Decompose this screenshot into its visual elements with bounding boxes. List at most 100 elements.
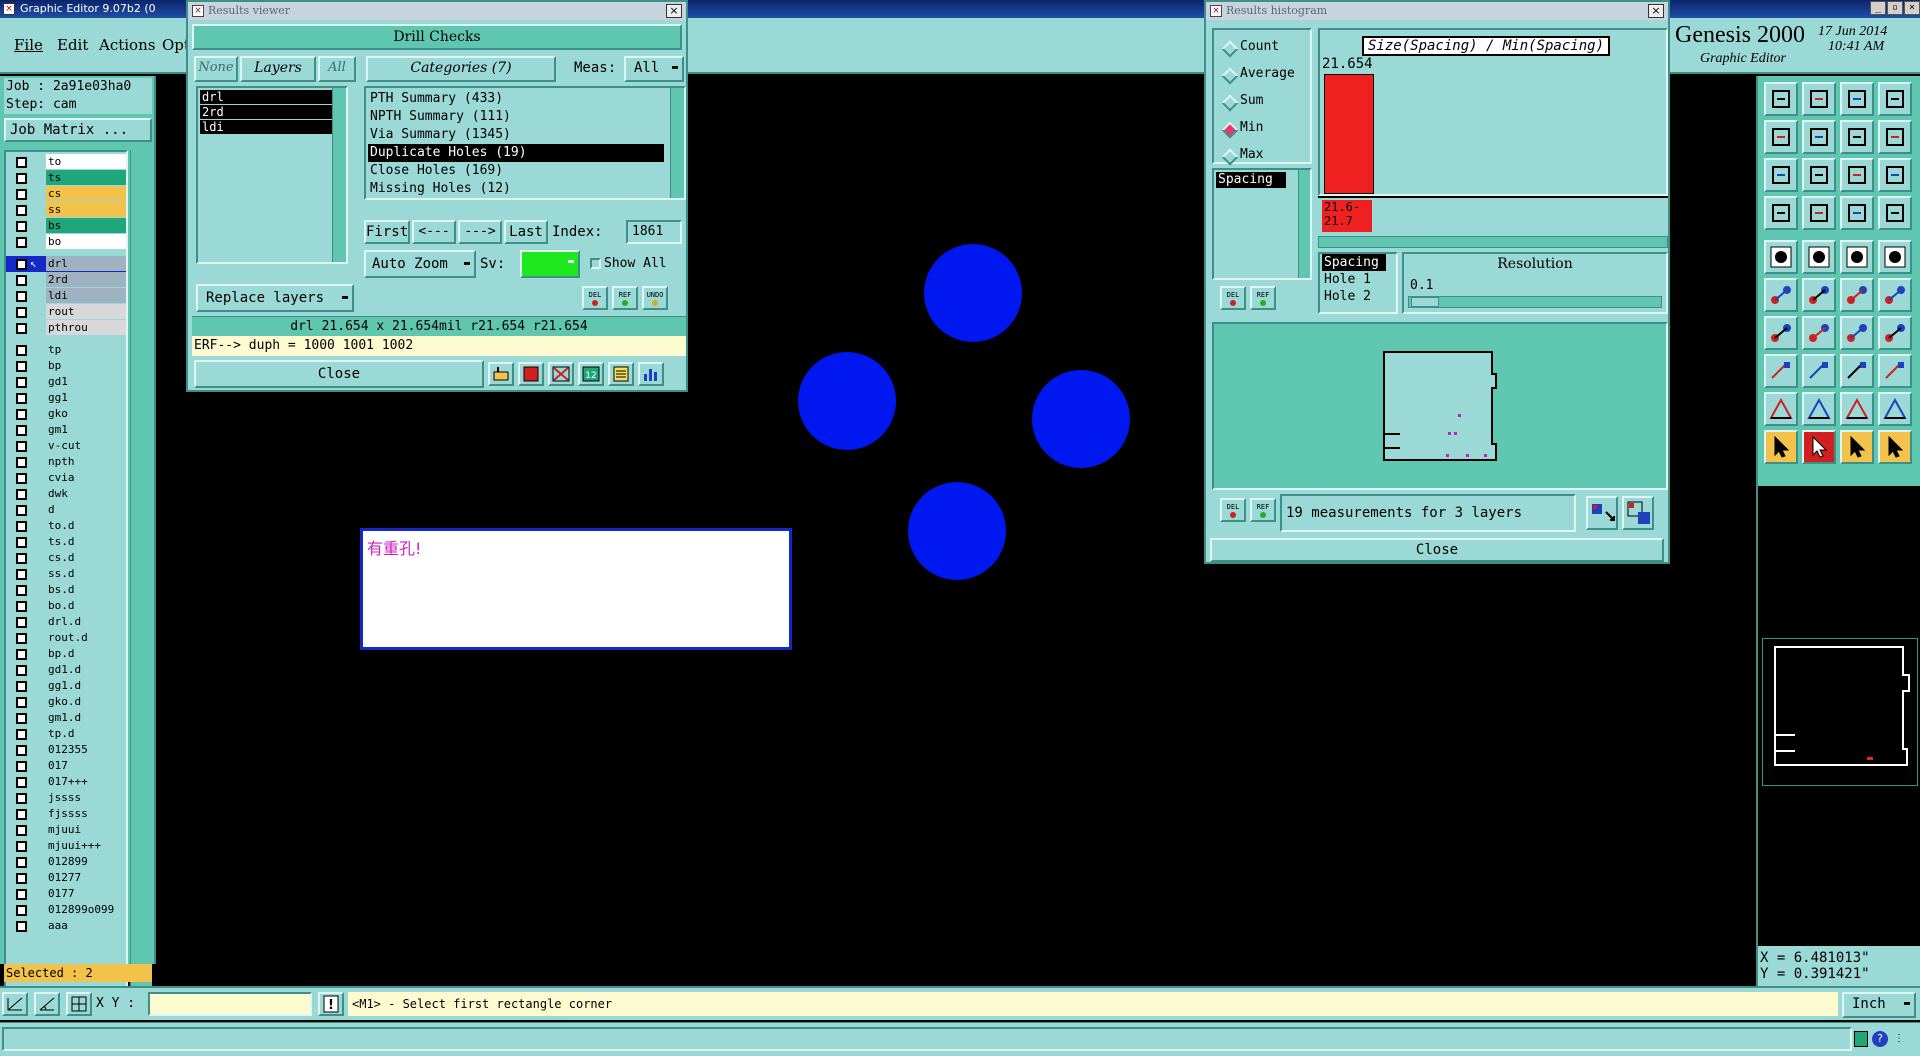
menu-item-edit[interactable]: Edit: [57, 36, 88, 54]
menu-item-actions[interactable]: Actions: [99, 36, 155, 54]
layer-row[interactable]: bo.d: [6, 598, 126, 614]
layer-checkbox[interactable]: [16, 777, 27, 788]
layer-row[interactable]: 01277: [6, 870, 126, 886]
layer-row[interactable]: 012899o099: [6, 902, 126, 918]
histogram-titlebar[interactable]: × Results histogram ×: [1206, 2, 1668, 20]
prev-button[interactable]: <---: [412, 220, 456, 244]
layer-row[interactable]: bp: [6, 358, 126, 374]
tool-tri-blue-button[interactable]: [1802, 392, 1836, 426]
category-item[interactable]: Close Holes (169): [368, 162, 664, 180]
alert-button[interactable]: !: [318, 992, 344, 1016]
stat-radio-min[interactable]: Min: [1222, 117, 1263, 139]
layer-row[interactable]: gd1.d: [6, 662, 126, 678]
layer-checkbox[interactable]: [16, 205, 27, 216]
layer-row[interactable]: drl.d: [6, 614, 126, 630]
stat-radio-max[interactable]: Max: [1222, 144, 1263, 166]
index-input[interactable]: 1861: [626, 220, 682, 244]
layer-row[interactable]: bo: [6, 234, 126, 250]
layer-row[interactable]: npth: [6, 454, 126, 470]
layer-row[interactable]: dwk: [6, 486, 126, 502]
layer-checkbox[interactable]: [16, 617, 27, 628]
layer-row[interactable]: rout: [6, 304, 126, 320]
layer-checkbox[interactable]: [16, 857, 27, 868]
layer-checkbox[interactable]: [16, 601, 27, 612]
layer-row[interactable]: gko.d: [6, 694, 126, 710]
measure-list-scrollbar[interactable]: [1298, 170, 1310, 278]
tool-pointer-button[interactable]: [1764, 430, 1798, 464]
layer-row[interactable]: 2rd: [6, 272, 126, 288]
layer-row[interactable]: 012899: [6, 854, 126, 870]
histogram-button[interactable]: [638, 362, 664, 386]
layer-checkbox[interactable]: [16, 521, 27, 532]
sv-color-dropdown[interactable]: ▬: [520, 250, 580, 278]
tool-line-red-button[interactable]: [1764, 316, 1798, 350]
layer-checkbox[interactable]: [16, 793, 27, 804]
layer-checkbox[interactable]: [16, 275, 27, 286]
layer-checkbox[interactable]: [16, 745, 27, 756]
layer-checkbox[interactable]: [16, 377, 27, 388]
tool-grid-blue-button[interactable]: [1878, 196, 1912, 230]
tool-grid-dots-button[interactable]: [1764, 354, 1798, 388]
layer-row[interactable]: gm1.d: [6, 710, 126, 726]
tool-fit-h-button[interactable]: [1764, 158, 1798, 192]
layer-checkbox[interactable]: [16, 873, 27, 884]
layer-checkbox[interactable]: [16, 825, 27, 836]
categories-listbox[interactable]: PTH Summary (433) NPTH Summary (111) Via S…: [364, 86, 686, 200]
list-button[interactable]: [608, 362, 634, 386]
layer-checkbox[interactable]: [16, 473, 27, 484]
layer-row[interactable]: mjuui: [6, 822, 126, 838]
layer-row[interactable]: gd1: [6, 374, 126, 390]
tool-circle-fill-button[interactable]: [1878, 240, 1912, 274]
undo-button[interactable]: UNDO: [642, 286, 668, 310]
tool-ruler-fill-button[interactable]: [1840, 240, 1874, 274]
layer-checkbox[interactable]: [16, 157, 27, 168]
next-button[interactable]: --->: [458, 220, 502, 244]
tool-in-left-button[interactable]: [1764, 120, 1798, 154]
tool-pointer-multi-button[interactable]: [1878, 430, 1912, 464]
layer-checkbox[interactable]: [16, 307, 27, 318]
ref-button[interactable]: REF: [612, 286, 638, 310]
layer-list[interactable]: to ts cs ss bs bo ↖ drl 2rd ldi rout pthrou tp bp gd1 g…: [4, 150, 128, 1012]
first-button[interactable]: First: [364, 220, 410, 244]
layer-checkbox[interactable]: [16, 361, 27, 372]
layer-row[interactable]: bs: [6, 218, 126, 234]
layer-checkbox[interactable]: [16, 489, 27, 500]
layer-checkbox[interactable]: [16, 457, 27, 468]
layer-checkbox[interactable]: [16, 237, 27, 248]
all-layers-button[interactable]: All: [318, 56, 356, 82]
resolution-slider[interactable]: [1408, 296, 1662, 308]
layer-row[interactable]: gg1.d: [6, 678, 126, 694]
tool-node-red-button[interactable]: [1840, 278, 1874, 312]
layer-row[interactable]: gg1: [6, 390, 126, 406]
angle-button[interactable]: [34, 992, 60, 1016]
layer-scrollbar[interactable]: [130, 150, 152, 1012]
tool-out-right-button[interactable]: [1802, 120, 1836, 154]
zoom-fit-button[interactable]: [1586, 496, 1618, 530]
tool-rect-select-button[interactable]: [1802, 240, 1836, 274]
layer-row[interactable]: aaa: [6, 918, 126, 934]
layer-checkbox[interactable]: [16, 569, 27, 580]
hist-del-button[interactable]: DEL: [1220, 286, 1246, 310]
layer-checkbox[interactable]: [16, 259, 27, 270]
tool-import-button[interactable]: [1764, 82, 1798, 116]
layer-checkbox[interactable]: [16, 291, 27, 302]
layers-listbox[interactable]: drl 2rd ldi: [196, 86, 348, 264]
layer-row[interactable]: d: [6, 502, 126, 518]
layer-row[interactable]: ss.d: [6, 566, 126, 582]
category-item[interactable]: Via Summary (1345): [368, 126, 664, 144]
report-button[interactable]: [518, 362, 544, 386]
tool-help-query-button[interactable]: [1878, 158, 1912, 192]
results-viewer-close-button[interactable]: Close: [194, 360, 484, 388]
layer-checkbox[interactable]: [16, 921, 27, 932]
histogram-scrollbar[interactable]: [1318, 236, 1668, 248]
measure-list-left[interactable]: Spacing: [1212, 168, 1312, 280]
layer-checkbox[interactable]: [16, 505, 27, 516]
layer-row[interactable]: v-cut: [6, 438, 126, 454]
layer-checkbox[interactable]: [16, 905, 27, 916]
stat-radio-sum[interactable]: Sum: [1222, 90, 1263, 112]
measure-hole2[interactable]: Hole 2: [1320, 288, 1396, 305]
layer-checkbox[interactable]: [16, 681, 27, 692]
layer-row[interactable]: tp.d: [6, 726, 126, 742]
layer-checkbox[interactable]: [16, 189, 27, 200]
histogram-close-icon[interactable]: ×: [1648, 4, 1664, 18]
